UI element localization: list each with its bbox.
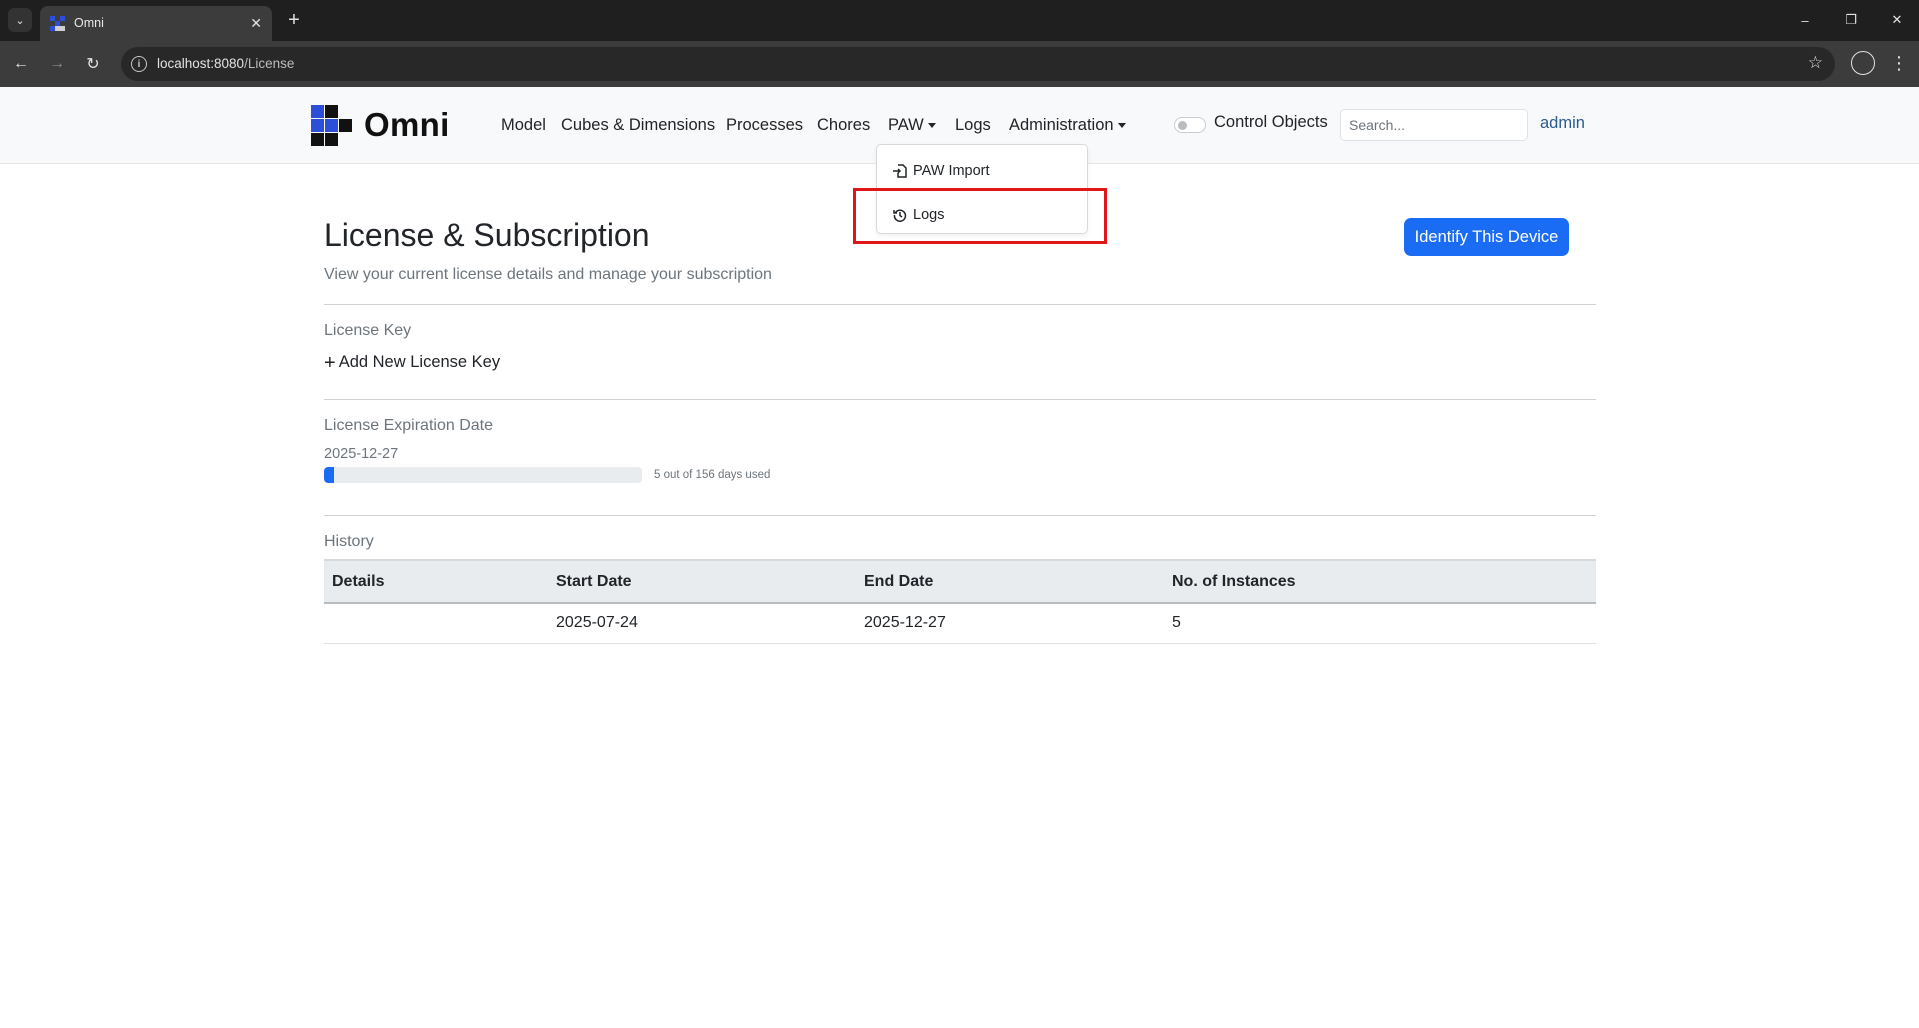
table-header-row: Details Start Date End Date No. of Insta… [324, 559, 1596, 604]
search-input[interactable] [1340, 109, 1528, 141]
nav-cubes-dimensions[interactable]: Cubes & Dimensions [561, 114, 715, 136]
toggle-knob [1178, 121, 1187, 130]
plus-icon: + [324, 351, 336, 374]
reload-icon[interactable]: ↻ [80, 51, 106, 77]
column-header-instances: No. of Instances [1164, 559, 1596, 604]
nav-chores[interactable]: Chores [817, 114, 870, 136]
address-bar[interactable]: i localhost:8080/License ☆ [121, 47, 1835, 81]
add-license-key-label: Add New License Key [338, 353, 501, 371]
highlight-annotation-box [853, 188, 1107, 244]
profile-icon[interactable] [1851, 51, 1875, 75]
column-header-end-date: End Date [856, 559, 1164, 604]
brand-name: Omni [364, 106, 450, 143]
file-import-icon [893, 164, 907, 178]
expiration-date-value: 2025-12-27 [324, 446, 399, 462]
table-row: 2025-07-24 2025-12-27 5 [324, 603, 1596, 644]
nav-paw-dropdown[interactable]: PAW [888, 114, 936, 136]
omni-logo-icon [311, 104, 352, 146]
history-label: History [324, 533, 374, 550]
nav-model[interactable]: Model [501, 114, 546, 136]
nav-administration-label: Administration [1009, 116, 1114, 134]
dropdown-item-paw-import[interactable]: PAW Import [877, 153, 1087, 189]
progress-text: 5 out of 156 days used [654, 469, 771, 481]
forward-arrow-icon[interactable]: → [44, 51, 70, 77]
column-header-details: Details [324, 559, 548, 604]
nav-logs[interactable]: Logs [955, 114, 991, 136]
progress-fill [324, 467, 335, 483]
license-usage-progress-bar [324, 467, 642, 483]
nav-administration-dropdown[interactable]: Administration [1009, 114, 1126, 136]
bookmark-star-icon[interactable]: ☆ [1808, 53, 1823, 73]
nav-paw-label: PAW [888, 116, 924, 134]
divider [324, 304, 1596, 305]
omni-favicon-icon [50, 16, 65, 31]
caret-down-icon [1117, 123, 1126, 129]
cell-details [324, 603, 548, 644]
browser-tab-active[interactable]: Omni ✕ [40, 6, 272, 41]
page-title: License & Subscription [324, 217, 650, 253]
site-info-icon[interactable]: i [131, 56, 147, 72]
cell-instances: 5 [1164, 603, 1596, 644]
back-arrow-icon[interactable]: ← [8, 51, 34, 77]
license-key-label: License Key [324, 322, 412, 339]
nav-processes[interactable]: Processes [726, 114, 803, 136]
browser-toolbar: ← → ↻ i localhost:8080/License ☆ [0, 41, 1919, 87]
divider [324, 515, 1596, 516]
cell-start-date: 2025-07-24 [548, 603, 856, 644]
window-close-icon[interactable]: ✕ [1882, 8, 1912, 32]
caret-down-icon [927, 123, 936, 129]
browser-menu-icon[interactable]: ⋮ [1889, 51, 1909, 75]
cell-end-date: 2025-12-27 [856, 603, 1164, 644]
url-path: /License [244, 56, 295, 71]
address-url[interactable]: localhost:8080/License [157, 55, 294, 73]
identify-device-button[interactable]: Identify This Device [1404, 218, 1569, 256]
tab-search-button[interactable]: ⌄ [8, 8, 32, 32]
column-header-start-date: Start Date [548, 559, 856, 604]
divider [324, 399, 1596, 400]
history-table: Details Start Date End Date No. of Insta… [324, 559, 1596, 644]
add-license-key-button[interactable]: + Add New License Key [324, 351, 501, 374]
expiration-date-label: License Expiration Date [324, 417, 493, 434]
user-menu-link[interactable]: admin [1540, 114, 1585, 133]
page-subtitle: View your current license details and ma… [324, 266, 772, 283]
browser-tab-strip: ⌄ Omni ✕ + – ❐ ✕ [0, 0, 1919, 41]
brand[interactable]: Omni [311, 104, 450, 146]
minimize-icon[interactable]: – [1790, 8, 1820, 32]
tab-close-icon[interactable]: ✕ [250, 14, 262, 32]
dropdown-item-label: PAW Import [913, 163, 990, 179]
new-tab-button[interactable]: + [282, 8, 306, 32]
control-objects-label: Control Objects [1214, 113, 1328, 131]
control-objects-toggle[interactable] [1174, 117, 1206, 133]
url-host: localhost:8080 [157, 56, 245, 71]
restore-icon[interactable]: ❐ [1836, 8, 1866, 32]
tab-title: Omni [74, 16, 104, 30]
